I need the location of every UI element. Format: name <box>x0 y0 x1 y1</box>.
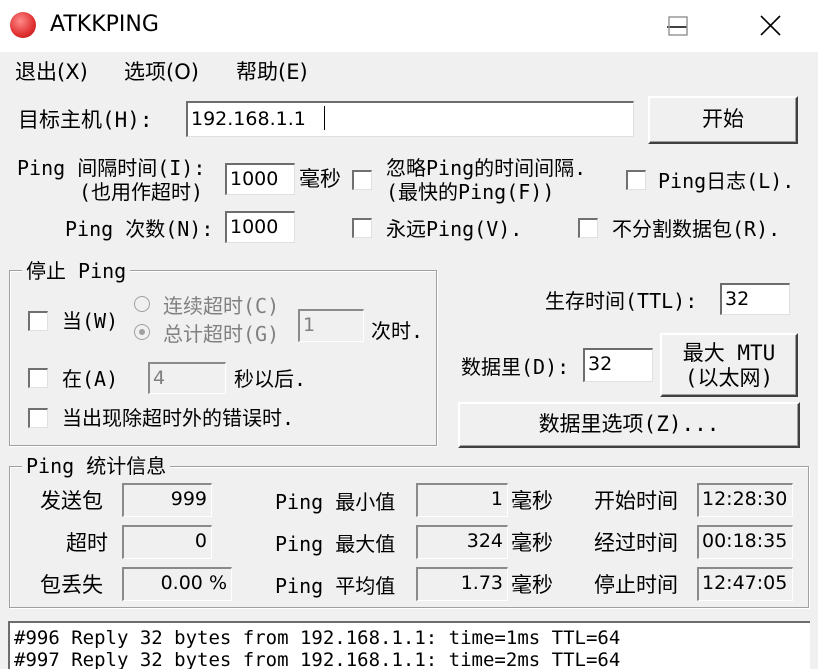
ignore-interval-label: 忽略Ping的时间间隔. <box>386 156 587 180</box>
min-label: Ping 最小值 <box>275 490 396 514</box>
avg-unit: 毫秒 <box>511 573 553 597</box>
start-time-value: 12:28:30 <box>697 483 793 517</box>
text-cursor <box>324 106 325 130</box>
close-button[interactable] <box>740 0 800 52</box>
start-time-label: 开始时间 <box>594 489 678 513</box>
sent-label: 发送包 <box>40 489 103 513</box>
menu-options[interactable]: 选项(O) <box>124 60 199 84</box>
timeout-count-input[interactable]: 1 <box>298 309 364 342</box>
total-timeout-label: 总计超时(G) <box>163 322 280 346</box>
menu-help[interactable]: 帮助(E) <box>236 60 308 84</box>
timeout-label: 超时 <box>66 531 108 555</box>
stop-when-checkbox[interactable] <box>28 311 48 331</box>
forever-checkbox[interactable] <box>352 218 372 238</box>
total-timeout-radio[interactable] <box>134 324 150 340</box>
reply-log[interactable]: #996 Reply 32 bytes from 192.168.1.1: ti… <box>8 621 810 669</box>
loss-label: 包丢失 <box>40 573 103 597</box>
max-mtu-button[interactable]: 最大 MTU (以太网) <box>660 333 798 397</box>
data-size-input[interactable]: 32 <box>583 348 653 382</box>
avg-label: Ping 平均值 <box>275 574 396 598</box>
count-input[interactable]: 1000 <box>225 211 295 243</box>
interval-label: Ping 间隔时间(I): <box>17 156 206 180</box>
forever-label: 永远Ping(V). <box>386 217 523 241</box>
elapsed-time-value: 00:18:35 <box>697 525 793 559</box>
stop-seconds-input[interactable]: 4 <box>148 362 226 394</box>
ttl-input[interactable]: 32 <box>720 283 790 315</box>
max-label: Ping 最大值 <box>275 532 396 556</box>
max-mtu-label: 最大 MTU <box>682 341 776 365</box>
stop-when-label: 当(W) <box>62 309 119 333</box>
sent-value: 999 <box>122 483 212 517</box>
elapsed-time-label: 经过时间 <box>594 531 678 555</box>
data-size-label: 数据里(D): <box>461 355 570 379</box>
stop-time-value: 12:47:05 <box>697 567 793 601</box>
stats-title: Ping 统计信息 <box>22 454 171 478</box>
ping-log-checkbox[interactable] <box>626 170 646 190</box>
max-unit: 毫秒 <box>511 531 553 555</box>
no-fragment-label: 不分割数据包(R). <box>612 217 781 241</box>
consecutive-timeout-radio[interactable] <box>134 296 150 312</box>
ignore-interval-sublabel: (最快的Ping(F)) <box>386 180 555 204</box>
ping-log-label: Ping日志(L). <box>658 169 795 193</box>
log-line: #997 Reply 32 bytes from 192.168.1.1: ti… <box>14 649 621 669</box>
title-bar[interactable]: ATKKPING <box>0 0 818 52</box>
maximize-icon <box>668 16 688 36</box>
no-fragment-checkbox[interactable] <box>578 218 598 238</box>
stop-at-label: 在(A) <box>62 367 119 391</box>
log-line: #996 Reply 32 bytes from 192.168.1.1: ti… <box>14 627 621 649</box>
app-icon <box>10 12 36 38</box>
timeout-value: 0 <box>122 525 212 559</box>
host-input[interactable]: 192.168.1.1 <box>186 101 634 137</box>
interval-input[interactable]: 1000 <box>225 163 295 195</box>
loss-value: 0.00 % <box>122 567 232 601</box>
ignore-interval-checkbox[interactable] <box>352 170 372 190</box>
seconds-suffix: 秒以后. <box>234 367 307 391</box>
avg-value: 1.73 <box>416 567 508 601</box>
start-button[interactable]: 开始 <box>648 96 798 144</box>
window-title: ATKKPING <box>50 12 159 37</box>
menu-exit[interactable]: 退出(X) <box>15 60 88 84</box>
max-mtu-sublabel: (以太网) <box>684 366 774 390</box>
stop-on-error-checkbox[interactable] <box>28 408 48 428</box>
max-value: 324 <box>416 525 508 559</box>
stop-on-error-label: 当出现除超时外的错误时. <box>62 406 295 430</box>
min-value: 1 <box>416 483 508 517</box>
ttl-label: 生存时间(TTL): <box>545 289 698 313</box>
data-options-button[interactable]: 数据里选项(Z)... <box>458 402 800 448</box>
host-label: 目标主机(H): <box>18 108 153 132</box>
menu-bar: 退出(X) 选项(O) 帮助(E) <box>0 52 818 90</box>
min-unit: 毫秒 <box>511 489 553 513</box>
count-label: Ping 次数(N): <box>65 217 214 241</box>
stop-time-label: 停止时间 <box>594 573 678 597</box>
interval-unit: 毫秒 <box>299 167 341 191</box>
stop-ping-title: 停止 Ping <box>22 259 131 283</box>
close-icon <box>760 15 781 36</box>
interval-sublabel: (也用作超时) <box>79 180 204 204</box>
consecutive-timeout-label: 连续超时(C) <box>163 294 280 318</box>
times-suffix: 次时. <box>371 319 424 343</box>
stop-at-checkbox[interactable] <box>28 368 48 388</box>
